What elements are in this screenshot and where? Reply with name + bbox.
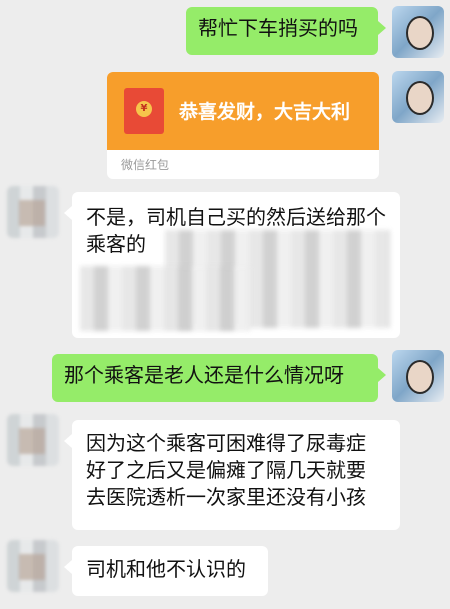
red-packet-source: 微信红包 [121,158,170,172]
red-envelope-icon: ¥ [124,88,164,134]
message-text: 那个乘客是老人还是什么情况呀 [64,363,344,387]
my-avatar[interactable] [392,350,444,402]
message-text-line: 好了之后又是偏瘫了隔几天就要 [86,458,366,482]
my-avatar[interactable] [392,6,444,58]
contact-avatar[interactable] [7,186,59,238]
redacted-mosaic [80,266,250,331]
message-bubble-sent[interactable]: 那个乘客是老人还是什么情况呀 [52,354,386,402]
message-text: 帮忙下车捎买的吗 [198,16,358,40]
message-text: 司机和他不认识的 [86,557,246,581]
my-avatar[interactable] [392,71,444,123]
message-bubble-received[interactable]: 司机和他不认识的 [64,546,268,596]
message-text-line: 去医院透析一次家里还没有小孩 [86,485,366,509]
contact-avatar[interactable] [7,414,59,466]
red-envelope-seal-icon: ¥ [136,101,152,117]
message-text-line: 因为这个乘客可困难得了尿毒症 [86,431,366,455]
red-packet-message: 恭喜发财，大吉大利 [179,101,351,123]
contact-avatar[interactable] [7,540,59,592]
avatar-face-icon [406,81,434,115]
red-packet-card[interactable]: ¥ 恭喜发财，大吉大利 微信红包 [107,72,379,179]
message-bubble-received[interactable]: 因为这个乘客可困难得了尿毒症 好了之后又是偏瘫了隔几天就要 去医院透析一次家里还… [64,420,400,530]
avatar-face-icon [406,360,434,394]
message-bubble-sent[interactable]: 帮忙下车捎买的吗 [186,7,386,55]
avatar-face-icon [406,16,434,50]
